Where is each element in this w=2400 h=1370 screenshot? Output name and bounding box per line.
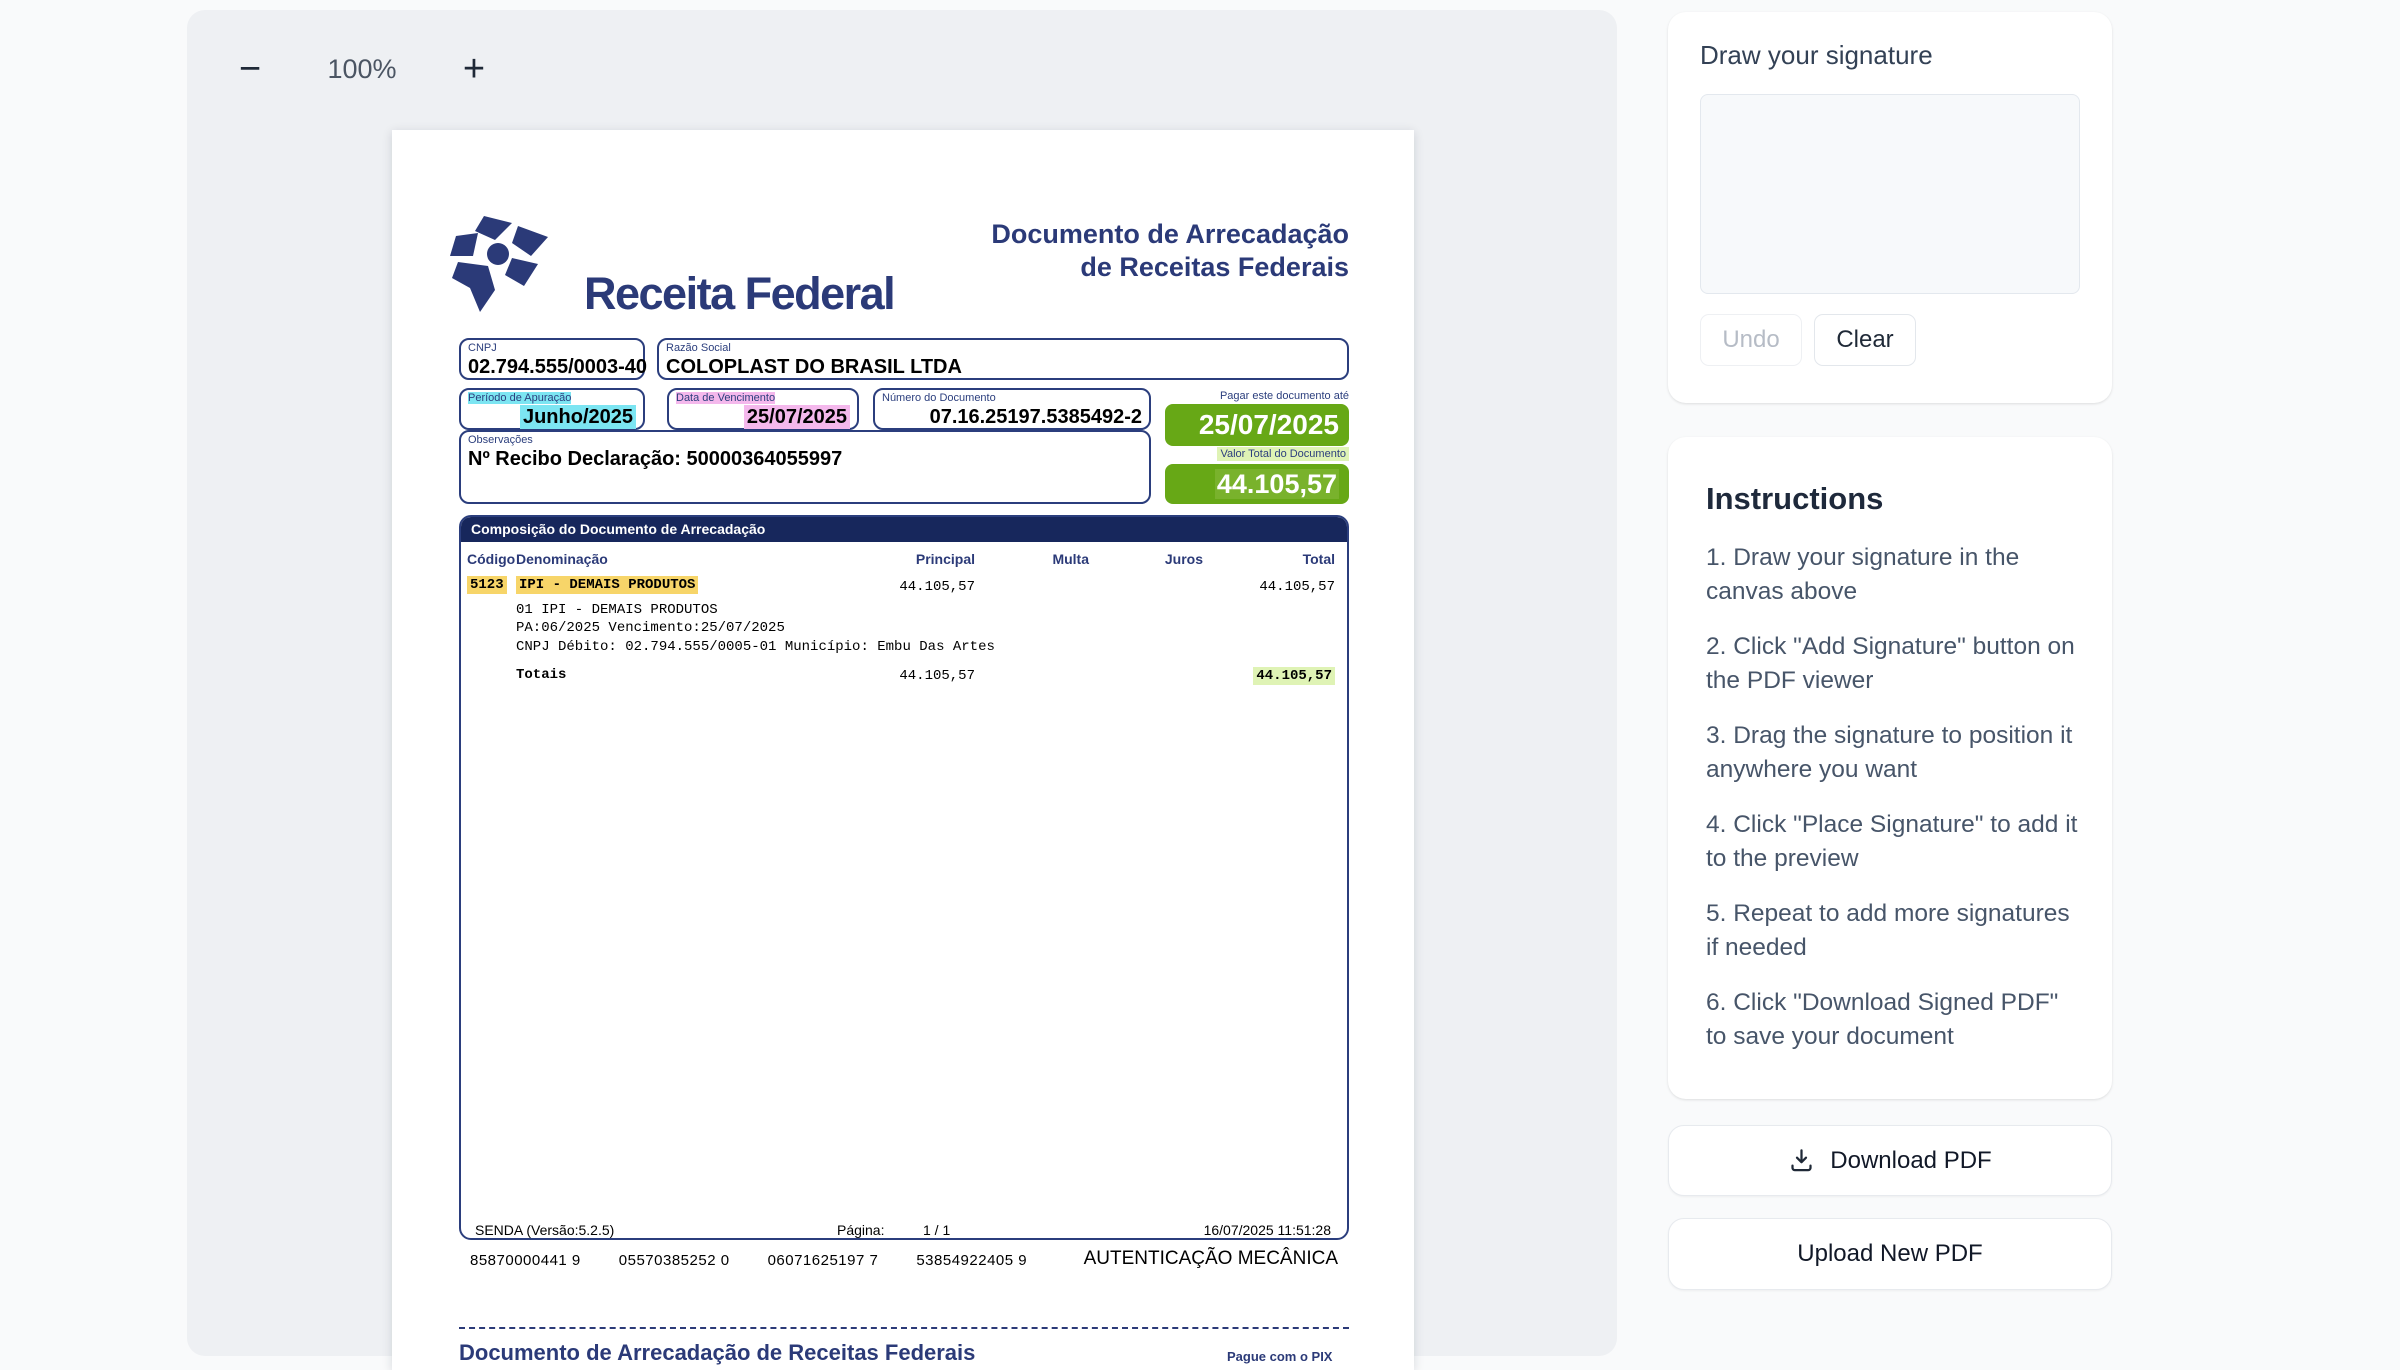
field-numero-documento: Número do Documento 07.16.25197.5385492-… — [873, 388, 1151, 430]
instructions-card: Instructions 1. Draw your signature in t… — [1668, 437, 2112, 1099]
field-numero-documento-value: 07.16.25197.5385492-2 — [875, 405, 1149, 429]
row-total: 44.105,57 — [1203, 579, 1335, 595]
download-icon — [1788, 1147, 1815, 1174]
row-detail-line: CNPJ Débito: 02.794.555/0005-01 Municípi… — [516, 639, 995, 655]
instruction-item: 1. Draw your signature in the canvas abo… — [1706, 541, 2078, 609]
field-cnpj-label: CNPJ — [461, 340, 643, 355]
barcode-group: 85870000441 9 — [470, 1252, 581, 1269]
signature-canvas[interactable] — [1700, 94, 2080, 294]
instruction-item: 2. Click "Add Signature" button on the P… — [1706, 630, 2078, 698]
barcode-group: 06071625197 7 — [768, 1252, 879, 1269]
receita-federal-logo-icon — [450, 216, 570, 312]
zoom-toolbar: − 100% + — [227, 46, 497, 92]
barcode-group: 53854922405 9 — [916, 1252, 1027, 1269]
field-cnpj-value: 02.794.555/0003-40 — [461, 355, 643, 379]
receita-federal-brand-text: Receita Federal — [584, 268, 894, 320]
footer-timestamp: 16/07/2025 11:51:28 — [1204, 1222, 1331, 1238]
row-denominacao: IPI - DEMAIS PRODUTOS — [516, 576, 698, 594]
field-data-vencimento-label: Data de Vencimento — [676, 392, 775, 404]
instructions-list: 1. Draw your signature in the canvas abo… — [1706, 541, 2078, 1075]
download-pdf-label: Download PDF — [1830, 1147, 1991, 1175]
field-numero-documento-label: Número do Documento — [875, 390, 1149, 405]
field-observacoes: Observações Nº Recibo Declaração: 500003… — [459, 430, 1151, 504]
col-total: Total — [1203, 551, 1335, 567]
composition-header-bar: Composição do Documento de Arrecadação — [461, 517, 1347, 542]
valor-total-label: Valor Total do Documento — [1217, 447, 1349, 461]
totals-total: 44.105,57 — [1253, 667, 1335, 685]
field-observacoes-value: Nº Recibo Declaração: 50000364055997 — [461, 447, 1149, 471]
instructions-title: Instructions — [1706, 481, 1883, 517]
pagar-ate-label: Pagar este documento até — [1165, 390, 1349, 402]
footer-app-version: SENDA (Versão:5.2.5) — [475, 1222, 614, 1238]
download-pdf-button[interactable]: Download PDF — [1668, 1125, 2112, 1196]
col-multa: Multa — [975, 551, 1089, 567]
row-detail-line: PA:06/2025 Vencimento:25/07/2025 — [516, 620, 785, 636]
field-data-vencimento-value: 25/07/2025 — [744, 405, 850, 429]
col-principal: Principal — [841, 551, 975, 567]
tear-dashed-line — [459, 1327, 1349, 1329]
field-razao-social-label: Razão Social — [659, 340, 1347, 355]
document-title-line1: Documento de Arrecadação — [991, 218, 1349, 251]
signature-card-title: Draw your signature — [1700, 40, 1933, 71]
instruction-item: 3. Drag the signature to position it any… — [1706, 719, 2078, 787]
valor-total-box: 44.105,57 — [1165, 464, 1349, 504]
footer-page-label: Página: — [837, 1222, 884, 1238]
barcode-numbers: 85870000441 9 05570385252 0 06071625197 … — [470, 1252, 1027, 1269]
upload-new-pdf-button[interactable]: Upload New PDF — [1668, 1218, 2112, 1290]
col-denominacao: Denominação — [516, 551, 608, 567]
field-data-vencimento: Data de Vencimento 25/07/2025 — [667, 388, 859, 430]
autenticacao-mecanica-label: AUTENTICAÇÃO MECÂNICA — [1084, 1248, 1338, 1270]
pix-label: Pague com o PIX — [1227, 1349, 1332, 1364]
zoom-out-button[interactable]: − — [227, 46, 273, 92]
pdf-viewer-container: − 100% + Receita Federal Documento de Ar… — [187, 10, 1617, 1356]
row-principal: 44.105,57 — [841, 579, 975, 595]
col-juros: Juros — [1089, 551, 1203, 567]
document-title: Documento de Arrecadação de Receitas Fed… — [991, 218, 1349, 284]
zoom-in-button[interactable]: + — [451, 46, 497, 92]
pagar-ate-box: 25/07/2025 — [1165, 404, 1349, 446]
field-periodo-apuracao: Período de Apuração Junho/2025 — [459, 388, 645, 430]
undo-button[interactable]: Undo — [1700, 314, 1802, 366]
barcode-group: 05570385252 0 — [619, 1252, 730, 1269]
valor-total-value: 44.105,57 — [1215, 469, 1339, 499]
composition-table: Composição do Documento de Arrecadação C… — [459, 515, 1349, 1240]
footer-page-value: 1 / 1 — [923, 1222, 950, 1238]
zoom-level-label: 100% — [317, 54, 407, 85]
col-codigo: Código — [467, 551, 515, 567]
instruction-item: 5. Repeat to add more signatures if need… — [1706, 897, 2078, 965]
row-detail-line: 01 IPI - DEMAIS PRODUTOS — [516, 602, 718, 618]
document-title-line2: de Receitas Federais — [991, 251, 1349, 284]
signature-card: Draw your signature Undo Clear — [1668, 12, 2112, 403]
field-periodo-apuracao-label: Período de Apuração — [468, 392, 571, 404]
totals-label: Totais — [516, 667, 566, 683]
pagar-ate-value: 25/07/2025 — [1165, 404, 1349, 446]
document-footer-row: SENDA (Versão:5.2.5) Página: 1 / 1 16/07… — [461, 1222, 1347, 1240]
row-codigo: 5123 — [467, 576, 507, 594]
instruction-item: 6. Click "Download Signed PDF" to save y… — [1706, 986, 2078, 1054]
field-cnpj: CNPJ 02.794.555/0003-40 — [459, 338, 645, 380]
field-razao-social-value: COLOPLAST DO BRASIL LTDA — [659, 355, 1347, 379]
second-copy-title: Documento de Arrecadação de Receitas Fed… — [459, 1340, 975, 1366]
field-periodo-apuracao-value: Junho/2025 — [520, 405, 636, 429]
field-observacoes-label: Observações — [461, 432, 1149, 447]
upload-new-pdf-label: Upload New PDF — [1797, 1240, 1982, 1268]
instruction-item: 4. Click "Place Signature" to add it to … — [1706, 808, 2078, 876]
field-razao-social: Razão Social COLOPLAST DO BRASIL LTDA — [657, 338, 1349, 380]
totals-principal: 44.105,57 — [841, 668, 975, 684]
pdf-page[interactable]: Receita Federal Documento de Arrecadação… — [392, 130, 1414, 1370]
clear-button[interactable]: Clear — [1814, 314, 1916, 366]
